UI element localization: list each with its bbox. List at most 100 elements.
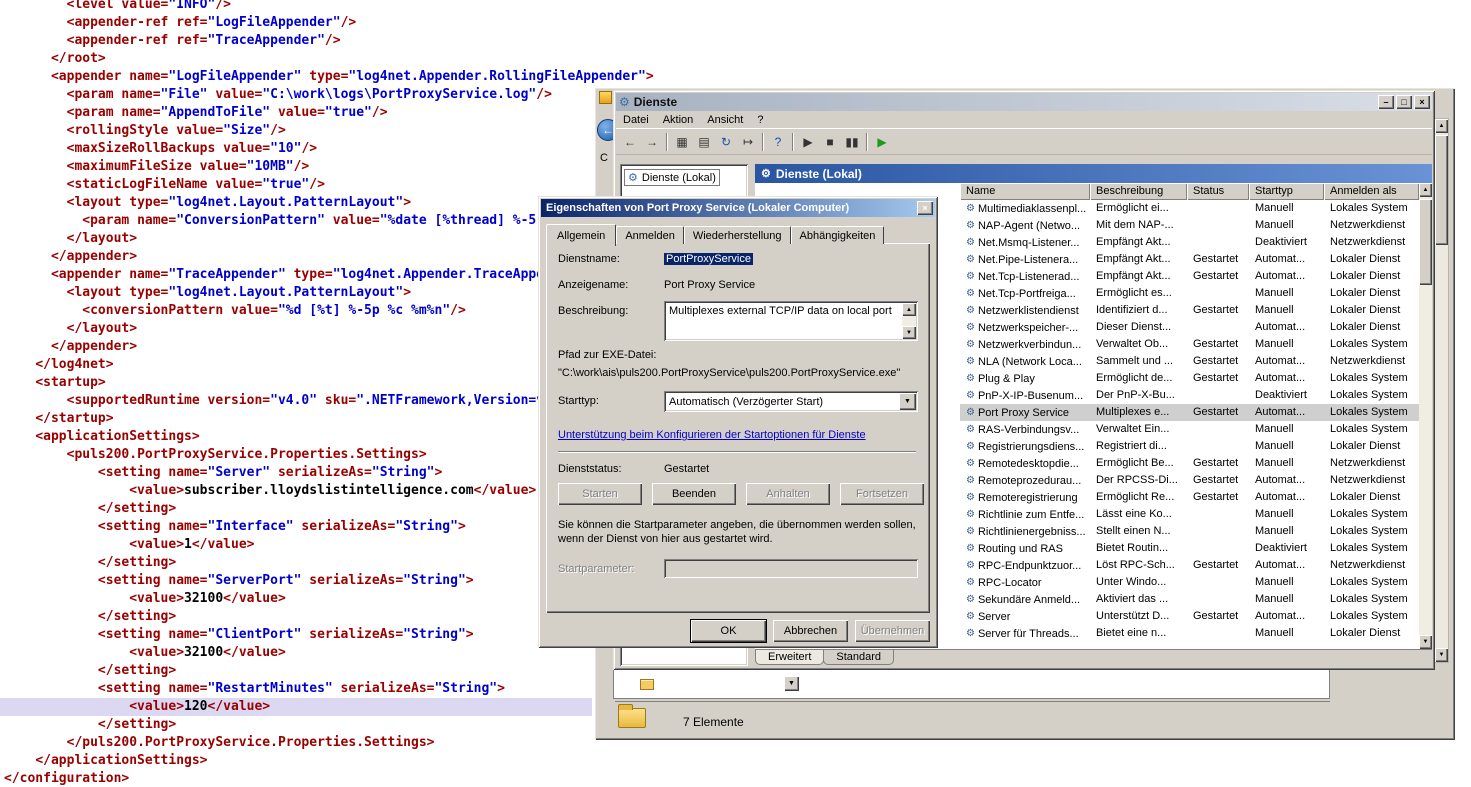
service-cell: Gestartet <box>1187 268 1249 285</box>
column-header-starttyp[interactable]: Starttyp <box>1249 183 1324 200</box>
toolbar-separator <box>762 133 764 151</box>
tab-allgemein[interactable]: Allgemein <box>546 224 616 246</box>
service-row[interactable]: ⚙Registrierungsdiens...Registriert di...… <box>960 438 1432 455</box>
dialog-title-bar[interactable]: Eigenschaften von Port Proxy Service (Lo… <box>541 199 935 217</box>
service-row[interactable]: ⚙NetzwerklistendienstIdentifiziert d...G… <box>960 302 1432 319</box>
beschreibung-textarea[interactable]: Multiplexes external TCP/IP data on loca… <box>664 301 918 341</box>
service-row[interactable]: ⚙Richtlinienergebniss...Stellt einen N..… <box>960 523 1432 540</box>
tab-abhangigkeiten[interactable]: Abhängigkeiten <box>791 226 885 244</box>
service-cell <box>1187 625 1249 642</box>
back-icon[interactable]: ← <box>619 132 641 152</box>
scrollbar-thumb[interactable] <box>1419 199 1432 285</box>
textarea-scrollbar[interactable]: ▲ ▼ <box>902 303 916 339</box>
service-cell <box>1187 217 1249 234</box>
dienststatus-value: Gestartet <box>664 463 709 475</box>
startoptionen-link[interactable]: Unterstützung beim Konfigurieren der Sta… <box>558 429 866 441</box>
service-row[interactable]: ⚙RPC-LocatorUnter Windo...ManuellLokales… <box>960 574 1432 591</box>
service-row[interactable]: ⚙Routing und RASBietet Routin...Deaktivi… <box>960 540 1432 557</box>
menu-aktion[interactable]: Aktion <box>656 112 701 128</box>
dropdown-button[interactable]: ▼ <box>784 676 799 691</box>
hint-line1: Sie können die Startparameter angeben, d… <box>558 519 916 531</box>
export-list-icon[interactable]: ↦ <box>737 132 759 152</box>
service-row[interactable]: ⚙PnP-X-IP-Busenum...Der PnP-X-Bu...Deakt… <box>960 387 1432 404</box>
explorer-scrollbar[interactable]: ▲ ▼ <box>1434 118 1449 663</box>
service-row[interactable]: ⚙Net.Tcp-Portfreiga...Ermöglicht es...Ma… <box>960 285 1432 302</box>
service-row[interactable]: ⚙Multimediaklassenpl...Ermöglicht ei...M… <box>960 200 1432 217</box>
service-row[interactable]: ⚙Netzwerkverbindun...Verwaltet Ob...Gest… <box>960 336 1432 353</box>
abbrechen-button[interactable]: Abbrechen <box>773 620 848 642</box>
column-header-name[interactable]: Name <box>960 183 1090 200</box>
service-cell: Manuell <box>1249 302 1324 319</box>
service-row[interactable]: ⚙Plug & PlayErmöglicht de...GestartetAut… <box>960 370 1432 387</box>
beenden-button[interactable]: Beenden <box>652 483 736 505</box>
maximize-button[interactable]: □ <box>1396 95 1412 109</box>
tree-item-dienste-lokal[interactable]: ⚙ Dienste (Lokal) <box>624 169 720 186</box>
scroll-down-icon[interactable]: ▼ <box>1435 648 1448 662</box>
ok-button[interactable]: OK <box>691 620 766 642</box>
folder-field[interactable]: ▼ <box>613 669 1330 699</box>
minimize-button[interactable]: – <box>1378 95 1394 109</box>
scroll-up-icon[interactable]: ▲ <box>902 303 916 316</box>
service-row[interactable]: ⚙RPC-Endpunktzuor...Löst RPC-Sch...Gesta… <box>960 557 1432 574</box>
help-icon[interactable]: ? <box>767 132 789 152</box>
view-tab-standard[interactable]: Standard <box>823 650 894 665</box>
properties-icon[interactable]: ▤ <box>693 132 715 152</box>
service-row[interactable]: ⚙Netzwerkspeicher-...Dieser Dienst...Aut… <box>960 319 1432 336</box>
service-row[interactable]: ⚙NLA (Network Loca...Sammelt und ...Gest… <box>960 353 1432 370</box>
scrollbar-thumb[interactable] <box>1435 135 1448 245</box>
scroll-down-icon[interactable]: ▼ <box>1419 635 1432 649</box>
service-name: Net.Tcp-Listenerad... <box>978 271 1080 283</box>
service-row[interactable]: ⚙Remoteprozedurau...Der RPCSS-Di...Gesta… <box>960 472 1432 489</box>
stop-service-icon[interactable]: ■ <box>819 132 841 152</box>
startparameter-input[interactable] <box>664 559 918 578</box>
service-cell: Netzwerkdienst <box>1324 234 1419 251</box>
service-cell: Gestartet <box>1187 336 1249 353</box>
forward-icon[interactable]: → <box>641 132 663 152</box>
show-tree-icon[interactable]: ▦ <box>671 132 693 152</box>
scroll-down-icon[interactable]: ▼ <box>902 326 916 339</box>
starttyp-combobox[interactable]: Automatisch (Verzögerter Start) ▼ <box>664 391 918 412</box>
close-button[interactable]: × <box>917 201 933 215</box>
view-tab-erweitert[interactable]: Erweitert <box>755 650 824 665</box>
service-row[interactable]: ⚙RemoteregistrierungErmöglicht Re...Gest… <box>960 489 1432 506</box>
close-button[interactable]: × <box>1414 95 1430 109</box>
service-row[interactable]: ⚙NAP-Agent (Netwo...Mit dem NAP-...Manue… <box>960 217 1432 234</box>
service-row[interactable]: ⚙Net.Tcp-Listenerad...Empfängt Akt...Ges… <box>960 268 1432 285</box>
service-row[interactable]: ⚙Net.Pipe-Listenera...Empfängt Akt...Ges… <box>960 251 1432 268</box>
service-row[interactable]: ⚙RAS-Verbindungsv...Verwaltet Ein...Manu… <box>960 421 1432 438</box>
service-row[interactable]: ⚙Net.Msmq-Listener...Empfängt Akt...Deak… <box>960 234 1432 251</box>
scroll-up-icon[interactable]: ▲ <box>1419 183 1432 197</box>
service-row[interactable]: ⚙ServerUnterstützt D...GestartetAutomat.… <box>960 608 1432 625</box>
anhalten-button: Anhalten <box>746 483 830 505</box>
service-row[interactable]: ⚙Sekundäre Anmeld...Aktiviert das ...Man… <box>960 591 1432 608</box>
start-service-icon[interactable]: ▶ <box>797 132 819 152</box>
scroll-up-icon[interactable]: ▲ <box>1435 119 1448 133</box>
column-header-status[interactable]: Status <box>1187 183 1249 200</box>
column-header-beschreibung[interactable]: Beschreibung <box>1090 183 1187 200</box>
service-name: Routing und RAS <box>978 543 1063 555</box>
list-scrollbar[interactable]: ▲ ▼ <box>1419 183 1432 649</box>
tab-anmelden[interactable]: Anmelden <box>616 226 684 244</box>
service-cell: Registriert di... <box>1090 438 1187 455</box>
refresh-icon[interactable]: ↻ <box>715 132 737 152</box>
service-cell: Automat... <box>1249 370 1324 387</box>
service-row[interactable]: ⚙Remotedesktopdie...Ermöglicht Be...Gest… <box>960 455 1432 472</box>
chevron-down-icon[interactable]: ▼ <box>899 393 916 410</box>
service-row[interactable]: ⚙Port Proxy ServiceMultiplexes e...Gesta… <box>960 404 1432 421</box>
gear-icon: ⚙ <box>966 543 975 554</box>
title-bar[interactable]: ⚙ Dienste – □ × <box>616 93 1432 111</box>
gear-icon: ⚙ <box>966 441 975 452</box>
menu-help[interactable]: ? <box>750 112 770 128</box>
menu-ansicht[interactable]: Ansicht <box>700 112 750 128</box>
beschreibung-value: Multiplexes external TCP/IP data on loca… <box>669 305 898 317</box>
menu-datei[interactable]: Datei <box>616 112 656 128</box>
gear-icon: ⚙ <box>966 424 975 435</box>
pause-service-icon[interactable]: ▮▮ <box>841 132 863 152</box>
service-row[interactable]: ⚙Server für Threads...Bietet eine n...Ma… <box>960 625 1432 642</box>
column-header-anmelden-als[interactable]: Anmelden als <box>1324 183 1419 200</box>
dienstname-value[interactable]: PortProxyService <box>664 253 753 265</box>
service-name-cell: ⚙Multimediaklassenpl... <box>960 200 1090 217</box>
service-row[interactable]: ⚙Richtlinie zum Entfe...Lässt eine Ko...… <box>960 506 1432 523</box>
tab-wiederherstellung[interactable]: Wiederherstellung <box>684 226 791 244</box>
restart-service-icon[interactable]: ▶ <box>871 132 893 152</box>
